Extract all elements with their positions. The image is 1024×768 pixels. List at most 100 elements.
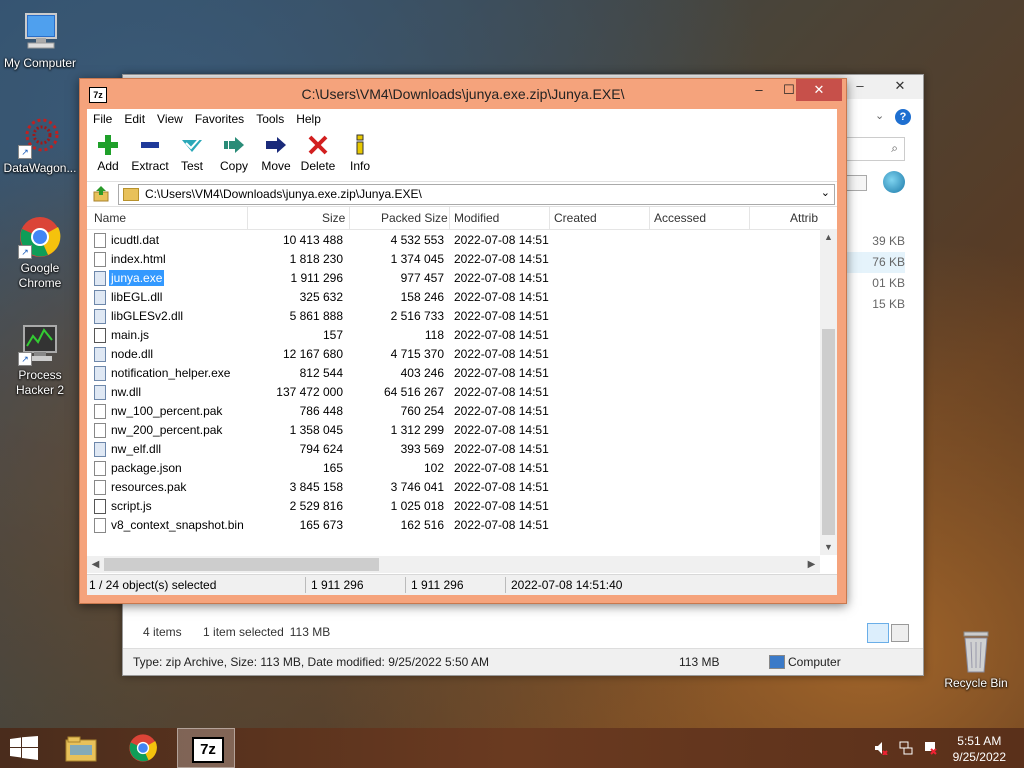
file-row[interactable]: libGLESv2.dll 5 861 888 2 516 733 2022-07-0… [87, 307, 819, 326]
info-button[interactable]: Info [339, 129, 381, 181]
file-row[interactable]: junya.exe 1 911 296 977 457 2022-07-08 14:5… [87, 269, 819, 288]
large-icons-view-button[interactable] [891, 624, 909, 642]
shortcut-arrow-icon: ↗ [18, 245, 32, 259]
status-selection: 1 / 24 object(s) selected [89, 578, 217, 592]
horizontal-scrollbar[interactable]: ◀ ▶ [87, 556, 820, 573]
scroll-thumb[interactable] [104, 558, 379, 571]
menu-help[interactable]: Help [290, 109, 327, 129]
add-button[interactable]: Add [87, 129, 129, 181]
chevron-down-icon[interactable]: ⌄ [821, 186, 830, 199]
file-icon [94, 404, 106, 419]
globe-icon[interactable] [883, 171, 905, 193]
file-row[interactable]: nw_200_percent.pak 1 358 045 1 312 299 2022… [87, 421, 819, 440]
menu-favorites[interactable]: Favorites [189, 109, 250, 129]
column-header-accessed[interactable]: Accessed [654, 211, 706, 225]
extract-button[interactable]: Extract [129, 129, 171, 181]
status-modified: 2022-07-08 14:51:40 [511, 578, 623, 592]
menu-tools[interactable]: Tools [250, 109, 290, 129]
file-row[interactable]: script.js 2 529 816 1 025 018 2022-07-08 14… [87, 497, 819, 516]
network-icon[interactable] [899, 741, 913, 755]
file-row[interactable]: icudtl.dat 10 413 488 4 532 553 2022-07-08 … [87, 231, 819, 250]
chevron-down-icon[interactable]: ⌄ [875, 109, 884, 122]
file-modified: 2022-07-08 14:51 [454, 404, 549, 418]
file-row[interactable]: notification_helper.exe 812 544 403 246 202… [87, 364, 819, 383]
column-header-size[interactable]: Size [322, 211, 345, 225]
column-header-created[interactable]: Created [554, 211, 597, 225]
x-icon [308, 135, 328, 155]
desktop-icon-recycle-bin[interactable]: Recycle Bin [936, 630, 1016, 691]
file-row[interactable]: index.html 1 818 230 1 374 045 2022-07-08 1… [87, 250, 819, 269]
file-modified: 2022-07-08 14:51 [454, 252, 549, 266]
file-row[interactable]: main.js 157 118 2022-07-08 14:51 [87, 326, 819, 345]
file-row[interactable]: nw_100_percent.pak 786 448 760 254 2022-07-… [87, 402, 819, 421]
desktop-icon-google-chrome[interactable]: ↗ Google Chrome [0, 215, 80, 291]
file-name: node.dll [111, 347, 154, 361]
scroll-down-icon[interactable]: ▼ [820, 539, 837, 555]
vertical-scrollbar[interactable]: ▲ ▼ [820, 229, 837, 555]
up-folder-icon[interactable] [93, 186, 109, 202]
file-row[interactable]: package.json 165 102 2022-07-08 14:51 [87, 459, 819, 478]
toolbar: Add Extract Test Copy Move Delete Info [87, 129, 837, 182]
sevenzip-window[interactable]: 7z C:\Users\VM4\Downloads\junya.exe.zip\… [79, 78, 847, 604]
file-row[interactable]: libEGL.dll 325 632 158 246 2022-07-08 14:51 [87, 288, 819, 307]
size-cell: 01 KB [872, 276, 905, 290]
view-options-icon[interactable] [845, 175, 867, 191]
minimize-button[interactable]: – [843, 75, 877, 97]
column-header-modified[interactable]: Modified [454, 211, 499, 225]
file-icon [94, 252, 106, 267]
file-modified: 2022-07-08 14:51 [454, 309, 549, 323]
scroll-right-icon[interactable]: ▶ [803, 556, 820, 573]
file-row[interactable]: resources.pak 3 845 158 3 746 041 2022-07-0… [87, 478, 819, 497]
search-box[interactable]: ⌕ [845, 137, 905, 161]
sevenzip-titlebar[interactable]: 7z C:\Users\VM4\Downloads\junya.exe.zip\… [80, 79, 846, 109]
recycle-bin-icon [954, 630, 998, 674]
details-text: Type: zip Archive, Size: 113 MB, Date mo… [133, 655, 489, 669]
column-header-packed-size[interactable]: Packed Size [381, 211, 448, 225]
menu-bar: File Edit View Favorites Tools Help [87, 109, 837, 129]
column-header-attrib[interactable]: Attrib [790, 211, 818, 225]
scroll-thumb[interactable] [822, 329, 835, 535]
computer-icon [18, 10, 62, 54]
help-icon[interactable]: ? [895, 109, 911, 125]
move-button[interactable]: Move [255, 129, 297, 181]
desktop-icon-datawagon[interactable]: ↗ DataWagon... [0, 115, 80, 176]
delete-button[interactable]: Delete [297, 129, 339, 181]
minimize-button[interactable]: – [744, 79, 774, 101]
size-cell: 76 KB [845, 252, 905, 273]
column-header-name[interactable]: Name [94, 211, 126, 225]
close-button[interactable]: ✕ [883, 75, 917, 97]
action-center-icon[interactable] [923, 741, 937, 755]
taskbar-chrome[interactable] [118, 728, 168, 768]
desktop-icon-process-hacker[interactable]: ↗ Process Hacker 2 [0, 322, 80, 398]
file-row[interactable]: v8_context_snapshot.bin 165 673 162 516 202… [87, 516, 819, 535]
file-row[interactable]: nw.dll 137 472 000 64 516 267 2022-07-08 14… [87, 383, 819, 402]
minus-icon [141, 142, 159, 148]
volume-muted-icon[interactable] [874, 741, 888, 755]
close-button[interactable]: ✕ [796, 79, 842, 101]
file-row[interactable]: node.dll 12 167 680 4 715 370 2022-07-08 14… [87, 345, 819, 364]
menu-view[interactable]: View [151, 109, 189, 129]
menu-file[interactable]: File [87, 109, 118, 129]
copy-button[interactable]: Copy [213, 129, 255, 181]
chrome-icon: ↗ [18, 215, 62, 259]
size-cell: 39 KB [872, 234, 905, 248]
test-button[interactable]: Test [171, 129, 213, 181]
file-size: 12 167 680 [282, 347, 343, 361]
address-field[interactable]: C:\Users\VM4\Downloads\junya.exe.zip\Jun… [118, 184, 835, 205]
scroll-left-icon[interactable]: ◀ [87, 556, 104, 573]
desktop-icon-my-computer[interactable]: My Computer [0, 10, 80, 71]
file-name: nw_200_percent.pak [111, 423, 223, 437]
system-clock[interactable]: 5:51 AM 9/25/2022 [953, 733, 1006, 765]
start-button[interactable] [0, 728, 48, 768]
file-size: 137 472 000 [276, 385, 343, 399]
file-row[interactable]: nw_elf.dll 794 624 393 569 2022-07-08 14:51 [87, 440, 819, 459]
taskbar-sevenzip[interactable]: 7z [177, 728, 235, 768]
menu-edit[interactable]: Edit [118, 109, 151, 129]
file-list[interactable]: Name Size Packed Size Modified Created A… [87, 207, 837, 573]
details-view-button[interactable] [867, 623, 889, 643]
file-name: v8_context_snapshot.bin [111, 518, 244, 532]
windows-icon [10, 736, 38, 760]
taskbar-file-explorer[interactable] [56, 728, 106, 768]
scroll-up-icon[interactable]: ▲ [820, 229, 837, 245]
file-icon [94, 480, 106, 495]
